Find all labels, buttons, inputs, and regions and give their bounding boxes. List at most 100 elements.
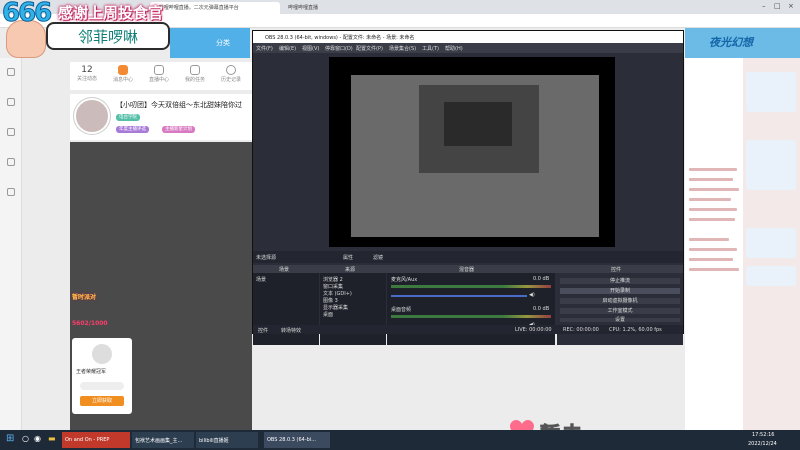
video-icon — [7, 158, 15, 166]
dock-headers: 场景 来源 混音器 控件 — [253, 265, 683, 273]
pk-label: 暂时派对 — [72, 294, 97, 301]
tag-badge[interactable]: 年度主播评选 — [116, 126, 149, 133]
obs-status-bar: 控件 转场特效 LIVE: 00:00:00 REC: 00:00:00 CPU… — [253, 325, 683, 334]
chat-message — [689, 268, 739, 271]
transitions-tab[interactable]: 转场特效 — [281, 327, 301, 334]
stat-tasks[interactable]: 我的任务 — [180, 65, 210, 83]
mic-meter — [391, 285, 551, 288]
virtual-camera-button[interactable]: 启动虚拟摄像机 — [559, 297, 681, 305]
menu-view[interactable]: 视图(V) — [302, 45, 319, 52]
settings-button[interactable]: 设置 — [559, 317, 681, 323]
chat-message — [689, 248, 737, 251]
minimize-icon[interactable]: – — [762, 2, 766, 10]
clock-time: 17:52:16 — [752, 432, 775, 438]
stats-bar: 12 关注动态 消息中心 直播中心 我的任务 历史记录 — [70, 62, 252, 90]
promo-card[interactable] — [746, 228, 796, 258]
live-center-icon — [154, 65, 164, 75]
history-icon — [226, 65, 236, 75]
room-title: 【小叨团】今天双倍组～东北甜妹陪你过 — [116, 101, 242, 109]
bili-right-banner: 夜光幻想 — [685, 28, 800, 58]
banner-text: 夜光幻想 — [709, 36, 753, 49]
studio-mode-button[interactable]: 工作室模式 — [559, 307, 681, 315]
mic-fader[interactable] — [391, 295, 527, 297]
menu-tools[interactable]: 工具(T) — [422, 45, 439, 52]
desktop-audio-meter — [391, 315, 551, 318]
gift-progress — [80, 382, 124, 390]
dock-header-mixer: 混音器 — [459, 267, 475, 273]
clock-date: 2022/12/24 — [748, 441, 777, 447]
taskbar-app-bilibili[interactable]: bilibili直播姬 — [196, 432, 258, 448]
search-icon[interactable]: ○ — [22, 434, 29, 443]
browser-tab[interactable]: 哔哩哔哩直播 — [284, 2, 364, 14]
menu-help[interactable]: 帮助(H) — [445, 45, 463, 52]
dock-header-controls: 控件 — [611, 267, 622, 273]
tag-badge[interactable]: 主播新星计划 — [162, 126, 195, 133]
taskbar: ⊞ ○ ◉ ▬ On and On - PREP 包袱艺术画画集_主... bi… — [0, 430, 800, 450]
menu-profile[interactable]: 配置文件(P) — [356, 45, 383, 52]
obs-titlebar: OBS 28.0.3 (64-bit, windows) - 配置文件: 未命名… — [253, 31, 683, 43]
home-icon — [7, 68, 15, 76]
close-icon[interactable]: × — [788, 2, 794, 10]
obs-preview[interactable] — [329, 57, 615, 247]
folder-icon[interactable]: ▬ — [48, 434, 56, 443]
bili-header: 分类 — [170, 28, 250, 58]
stat-messages[interactable]: 消息中心 — [108, 65, 138, 83]
sidebar-item[interactable] — [2, 98, 20, 107]
chat-message — [689, 188, 739, 191]
promo-card[interactable] — [746, 72, 796, 112]
left-sidebar — [0, 58, 22, 430]
controls-tab[interactable]: 控件 — [258, 327, 268, 334]
stat-history[interactable]: 历史记录 — [216, 65, 246, 83]
start-recording-button[interactable]: 开始录制 — [559, 287, 681, 295]
source-item[interactable]: 显示器采集 — [323, 304, 348, 311]
gift-get-button[interactable]: 立即获取 — [80, 396, 124, 406]
message-icon — [118, 65, 128, 75]
filters-button[interactable]: 滤镜 — [373, 254, 383, 261]
source-item[interactable]: 窗口采集 — [323, 283, 343, 290]
pk-number: 5602/1000 — [72, 320, 108, 327]
gift-image — [92, 344, 112, 364]
source-item[interactable]: 文本 (GDI+) — [323, 290, 352, 297]
sidebar-item[interactable] — [2, 128, 20, 137]
windows-start-icon[interactable]: ⊞ — [6, 433, 14, 444]
dock-header-scenes: 场景 — [279, 267, 290, 273]
promo-card[interactable] — [746, 140, 796, 190]
taskbar-app-music[interactable]: On and On - PREP — [62, 432, 130, 448]
browser-tab[interactable]: ...哔哩哔哩直播，二次元弹幕直播平台 — [150, 2, 280, 14]
mic-volume-icon[interactable]: ◀) — [529, 292, 535, 298]
properties-button[interactable]: 属性 — [343, 254, 353, 261]
overlay-number: 666 — [1, 0, 52, 28]
game-icon — [7, 128, 15, 136]
menu-edit[interactable]: 编辑(E) — [279, 45, 296, 52]
scenes-dock: 场景 — [253, 273, 319, 345]
steam-icon[interactable]: ◉ — [34, 434, 41, 443]
streamer-avatar[interactable] — [74, 98, 110, 134]
overlay-title: 感谢上周投食官 — [58, 4, 164, 22]
nav-category[interactable]: 分类 — [216, 38, 230, 48]
taskbar-app-chrome[interactable]: 包袱艺术画画集_主... — [132, 432, 194, 448]
sidebar-item[interactable] — [2, 158, 20, 167]
tag-badge[interactable]: 电台学院 — [116, 114, 140, 121]
sidebar-item[interactable] — [2, 68, 20, 77]
taskbar-app-obs[interactable]: OBS 28.0.3 (64-bi... — [264, 432, 330, 448]
chat-message — [689, 178, 733, 181]
gift-card: 王者荣耀冠军 立即获取 — [72, 338, 132, 414]
scene-item[interactable]: 场景 — [256, 276, 266, 283]
stop-streaming-button[interactable]: 停止推流 — [559, 277, 681, 285]
sidebar-item[interactable] — [2, 188, 20, 197]
desktop-audio-label: 桌面音频 — [391, 307, 412, 313]
menu-docks[interactable]: 停靠窗口(D) — [325, 45, 353, 52]
maximize-icon[interactable]: □ — [774, 2, 781, 10]
source-item[interactable]: 浏览器 2 — [323, 276, 343, 283]
source-item[interactable]: 桌面 — [323, 311, 333, 318]
promo-card[interactable] — [746, 266, 796, 286]
menu-scene-collection[interactable]: 场景集合(S) — [389, 45, 416, 52]
dock-header-sources: 来源 — [345, 267, 356, 273]
nested-preview-deep — [444, 102, 512, 146]
chat-message — [689, 238, 729, 241]
chat-message — [689, 218, 735, 221]
stat-follow[interactable]: 12 关注动态 — [72, 65, 102, 82]
menu-file[interactable]: 文件(F) — [256, 45, 273, 52]
source-item[interactable]: 图像 3 — [323, 297, 338, 304]
stat-live-center[interactable]: 直播中心 — [144, 65, 174, 83]
